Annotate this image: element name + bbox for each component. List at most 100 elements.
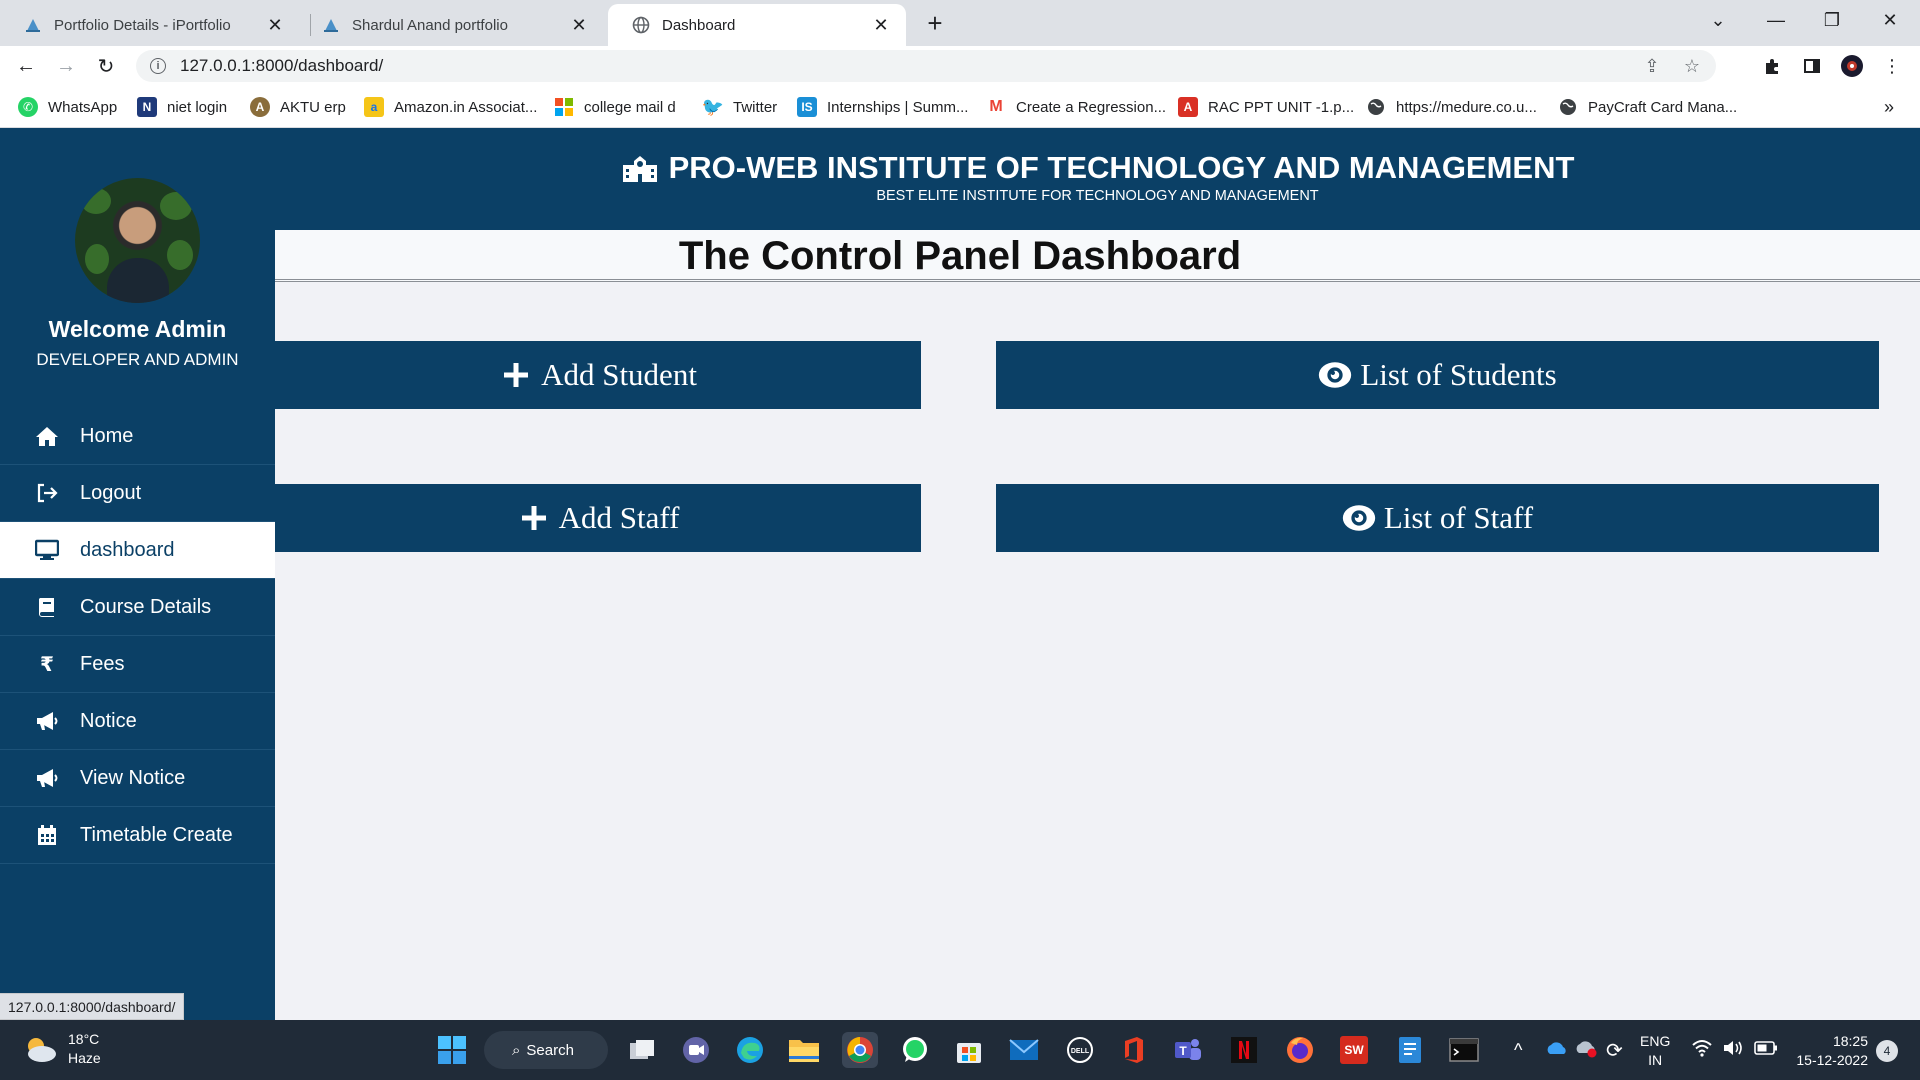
welcome-text: Welcome Admin [48, 316, 227, 342]
bookmark-label: PayCraft Card Mana... [1588, 98, 1738, 116]
start-icon[interactable] [434, 1032, 470, 1068]
taskbar-clock[interactable]: 18:25 15-12-2022 [1790, 1032, 1868, 1070]
new-tab-button[interactable]: + [920, 8, 950, 38]
editor-app-icon[interactable] [1392, 1032, 1428, 1068]
bookmark-whatsapp[interactable]: ✆ WhatsApp [18, 86, 117, 128]
sync-icon[interactable]: ⟳ [1606, 1038, 1623, 1063]
side-panel-icon[interactable] [1796, 50, 1828, 82]
battery-icon[interactable] [1754, 1041, 1778, 1060]
whatsapp-icon: ✆ [18, 97, 38, 117]
sidebar-item-dashboard[interactable]: dashboard [0, 522, 275, 579]
whatsapp-icon[interactable] [897, 1032, 933, 1068]
microsoft-store-icon[interactable] [951, 1032, 987, 1068]
dell-icon[interactable]: DELL [1062, 1032, 1098, 1068]
mail-icon[interactable] [1006, 1032, 1042, 1068]
tab-search-chevron-icon[interactable]: ⌄ [1690, 0, 1746, 40]
add-staff-button[interactable]: Add Staff [275, 484, 921, 552]
sidebar-item-home[interactable]: Home [0, 408, 275, 465]
bookmark-paycraft[interactable]: PayCraft Card Mana... [1558, 86, 1737, 128]
list-staff-button[interactable]: List of Staff [996, 484, 1879, 552]
calendar-icon [34, 822, 60, 848]
bookmark-medure[interactable]: https://medure.co.u... [1366, 86, 1537, 128]
portfolio-favicon [24, 16, 42, 34]
cloud-error-icon[interactable] [1574, 1040, 1598, 1061]
firefox-icon[interactable] [1282, 1032, 1318, 1068]
terminal-icon[interactable] [1446, 1032, 1482, 1068]
language-indicator[interactable]: ENG IN [1640, 1032, 1670, 1070]
teams-chat-icon[interactable] [678, 1032, 714, 1068]
tab-portfolio-details[interactable]: Portfolio Details - iPortfolio ✕ [0, 4, 300, 46]
extensions-icon[interactable] [1756, 50, 1788, 82]
notification-badge[interactable]: 4 [1876, 1040, 1898, 1062]
bookmark-regression[interactable]: M Create a Regression... [986, 86, 1166, 128]
bookmark-label: https://medure.co.u... [1396, 98, 1537, 116]
browser-menu-icon[interactable]: ⋮ [1876, 50, 1908, 82]
tab-shardul-portfolio[interactable]: Shardul Anand portfolio ✕ [298, 4, 604, 46]
logout-icon [34, 480, 60, 506]
svg-text:T: T [1179, 1044, 1187, 1058]
wifi-icon[interactable] [1692, 1039, 1712, 1062]
plus-icon [517, 501, 551, 535]
file-explorer-icon[interactable] [786, 1032, 822, 1068]
close-tab-icon[interactable]: ✕ [568, 14, 590, 36]
sidebar-item-fees[interactable]: ₹ Fees [0, 636, 275, 693]
bookmark-star-icon[interactable]: ☆ [1676, 50, 1708, 82]
eye-icon [1342, 501, 1376, 535]
sidebar-item-view-notice[interactable]: View Notice [0, 750, 275, 807]
weather-widget[interactable]: 18°C Haze [22, 1030, 101, 1068]
bookmark-label: niet login [167, 98, 228, 116]
site-info-icon[interactable]: i [150, 58, 166, 74]
sidebar-nav: Home Logout dashboard Course Details ₹ F… [0, 408, 275, 864]
minimize-button[interactable]: — [1748, 0, 1804, 40]
globe-icon [1366, 97, 1386, 117]
teams-icon[interactable]: T [1170, 1032, 1206, 1068]
rupee-icon: ₹ [40, 653, 54, 676]
bookmark-rac-ppt[interactable]: A RAC PPT UNIT -1.p... [1178, 86, 1354, 128]
sidebar-item-timetable-create[interactable]: Timetable Create [0, 807, 275, 864]
edge-icon[interactable] [732, 1032, 768, 1068]
bookmark-college-mail[interactable]: college mail d [554, 86, 676, 128]
reload-button[interactable]: ↻ [90, 50, 122, 82]
volume-icon[interactable] [1722, 1039, 1744, 1062]
restore-button[interactable]: ❐ [1804, 0, 1860, 40]
address-bar[interactable]: i 127.0.0.1:8000/dashboard/ ⇪ ☆ [136, 50, 1716, 82]
sidebar-item-label: View Notice [80, 766, 186, 789]
back-button[interactable]: ← [10, 50, 42, 82]
eye-icon [1318, 358, 1352, 392]
list-students-button[interactable]: List of Students [996, 341, 1879, 409]
netflix-icon[interactable] [1226, 1032, 1262, 1068]
bookmark-amazon[interactable]: a Amazon.in Associat... [364, 86, 537, 128]
forward-button[interactable]: → [50, 50, 82, 82]
close-tab-icon[interactable]: ✕ [264, 14, 286, 36]
clock-date: 15-12-2022 [1796, 1052, 1868, 1068]
search-label: Search [526, 1041, 574, 1059]
bookmark-label: Amazon.in Associat... [394, 98, 538, 116]
globe-icon [632, 16, 650, 34]
chrome-icon[interactable] [842, 1032, 878, 1068]
profile-avatar[interactable] [1836, 50, 1868, 82]
bookmark-niet-login[interactable]: N niet login [137, 86, 227, 128]
solidworks-icon[interactable]: SW [1336, 1032, 1372, 1068]
sidebar-item-label: Timetable Create [80, 823, 233, 846]
show-hidden-icons-chevron-icon[interactable]: ^ [1514, 1040, 1522, 1061]
bookmark-twitter[interactable]: 🐦 Twitter [702, 86, 778, 128]
sidebar-item-notice[interactable]: Notice [0, 693, 275, 750]
sidebar-item-logout[interactable]: Logout [0, 465, 275, 522]
close-tab-icon[interactable]: ✕ [870, 14, 892, 36]
task-view-icon[interactable] [624, 1032, 660, 1068]
sidebar-item-course-details[interactable]: Course Details [0, 579, 275, 636]
add-student-button[interactable]: Add Student [275, 341, 921, 409]
list-staff-label: List of Staff [1383, 500, 1534, 535]
bookmark-label: Twitter [733, 98, 778, 116]
bookmark-label: AKTU erp [280, 98, 346, 116]
taskbar-search[interactable]: ⌕ Search [484, 1031, 608, 1069]
onedrive-icon[interactable] [1544, 1040, 1568, 1059]
bookmarks-overflow-button[interactable]: » [1884, 86, 1894, 128]
bookmark-internships[interactable]: IS Internships | Summ... [797, 86, 968, 128]
office-icon[interactable] [1116, 1032, 1152, 1068]
close-window-button[interactable]: ✕ [1862, 0, 1918, 40]
tab-dashboard[interactable]: Dashboard ✕ [608, 4, 906, 46]
sidebar-item-label: Course Details [80, 595, 212, 618]
bookmark-aktu-erp[interactable]: A AKTU erp [250, 86, 346, 128]
share-icon[interactable]: ⇪ [1636, 50, 1668, 82]
